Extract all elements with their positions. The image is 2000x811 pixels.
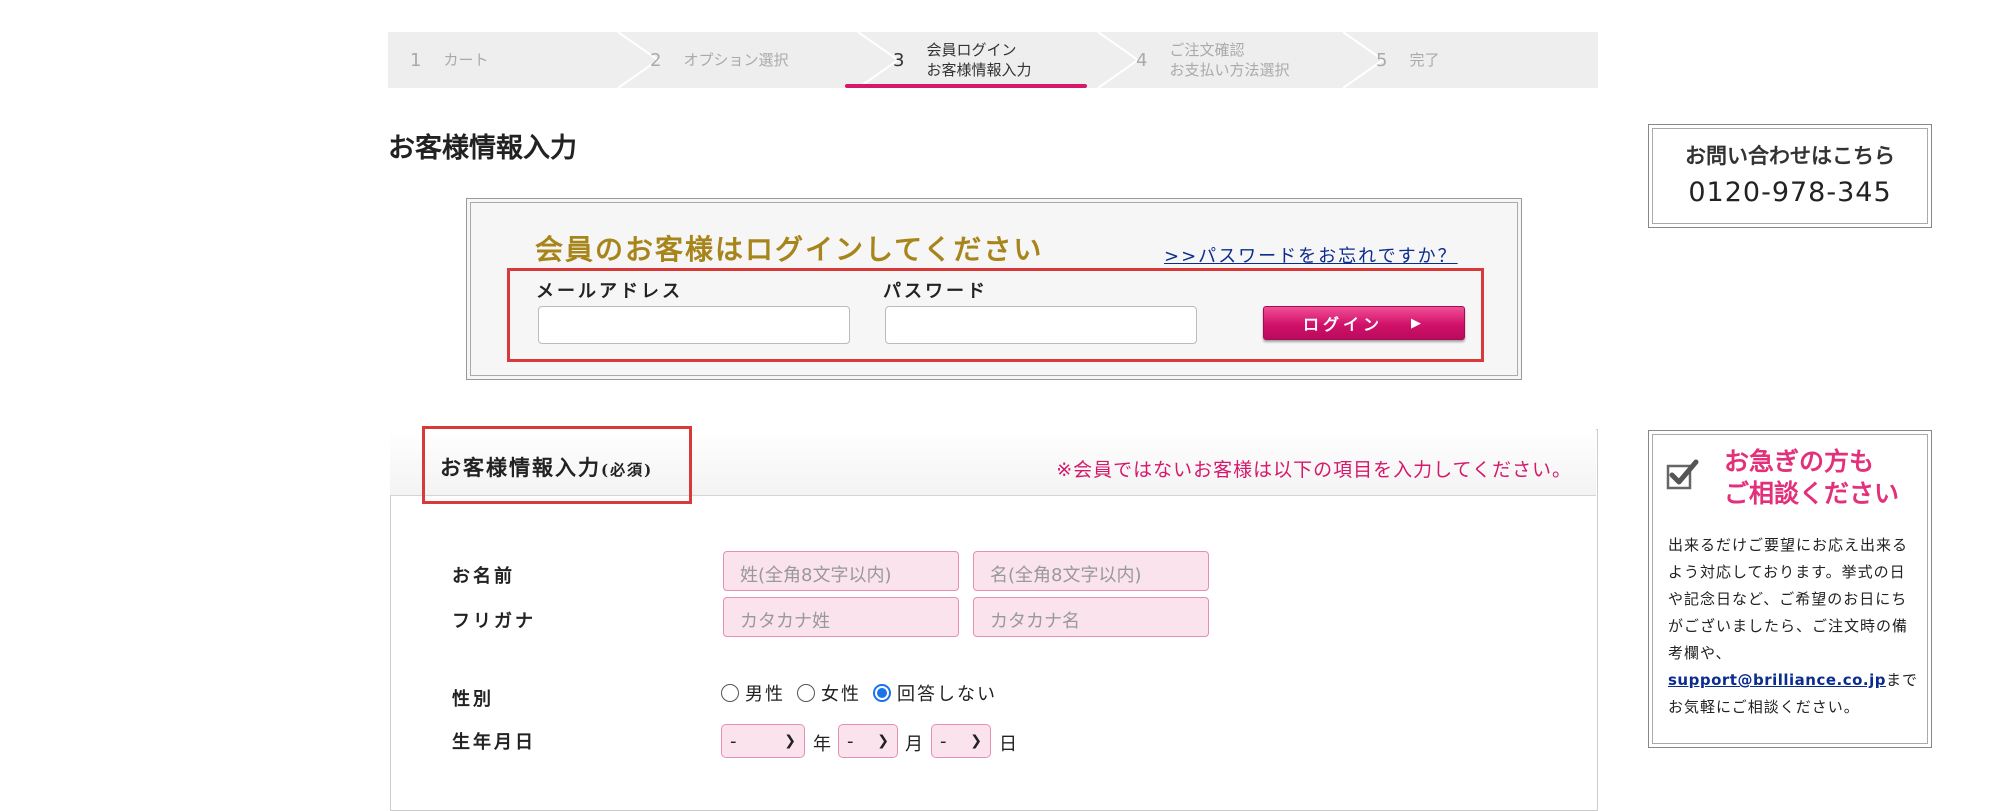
forgot-password-link[interactable]: >>パスワードをお忘れですか？ xyxy=(1164,242,1458,268)
gender-label: 性別 xyxy=(452,689,494,710)
step-login-current: 3 会員ログイン お客様情報入力 xyxy=(893,32,1031,88)
chevron-down-icon: ❯ xyxy=(877,733,889,749)
page-title: お客様情報入力 xyxy=(388,133,577,164)
select-value: - xyxy=(940,730,947,752)
birth-year-select[interactable]: - ❯ xyxy=(721,724,805,758)
email-label: メールアドレス xyxy=(536,281,683,302)
step-number: 1 xyxy=(410,49,422,71)
gender-option-label: 回答しない xyxy=(897,684,997,705)
urgent-body-intro: 出来るだけご要望にお応え出来るよう対応しております。挙式の日や記念日など、ご希望… xyxy=(1668,536,1909,662)
gender-radio-no-answer[interactable] xyxy=(873,684,891,702)
birthday-label: 生年月日 xyxy=(452,732,536,753)
step-number: 5 xyxy=(1376,49,1388,71)
contact-title: お問い合わせはこちら xyxy=(1685,143,1895,168)
form-section-title: お客様情報入力(必須) xyxy=(440,452,653,482)
login-button[interactable]: ログイン ▶ xyxy=(1263,306,1465,340)
login-heading: 会員のお客様はログインしてください xyxy=(535,233,1044,266)
password-field[interactable] xyxy=(885,306,1197,344)
first-name-input[interactable]: 名(全角8文字以内) xyxy=(973,551,1209,591)
chevron-down-icon: ❯ xyxy=(784,733,796,749)
step-label: カート xyxy=(443,51,489,69)
password-label: パスワード xyxy=(883,281,988,302)
gender-option-label: 女性 xyxy=(821,684,861,705)
name-label: お名前 xyxy=(452,566,515,587)
birth-day-select[interactable]: - ❯ xyxy=(931,724,991,758)
checkout-steps: 1 カート 2 オプション選択 3 会員ログイン お客様情報入力 4 ご注文確認… xyxy=(388,32,1598,88)
active-step-underline xyxy=(845,84,1087,88)
last-name-input[interactable]: 姓(全角8文字以内) xyxy=(723,551,959,591)
kana-label: フリガナ xyxy=(452,611,536,632)
support-email-link[interactable]: support@brilliance.co.jp xyxy=(1668,671,1886,689)
urgent-title-line2: ご相談ください xyxy=(1724,479,1900,508)
step-complete: 5 完了 xyxy=(1376,32,1439,88)
step-label-line1: ご注文確認 xyxy=(1169,41,1245,59)
step-label-line2: お客様情報入力 xyxy=(926,61,1032,79)
gender-option-label: 男性 xyxy=(745,684,785,705)
kana-first-name-input[interactable]: カタカナ名 xyxy=(973,597,1209,637)
checkbox-checked-icon xyxy=(1666,459,1699,490)
step-confirm: 4 ご注文確認 お支払い方法選択 xyxy=(1136,32,1289,88)
guest-notice: ※会員ではないお客様は以下の項目を入力してください。 xyxy=(1056,459,1572,481)
email-field[interactable] xyxy=(538,306,850,344)
step-options: 2 オプション選択 xyxy=(650,32,788,88)
step-label: オプション選択 xyxy=(683,51,789,69)
gender-radio-female[interactable] xyxy=(797,684,815,702)
play-arrow-icon: ▶ xyxy=(1411,315,1425,331)
form-title-text: お客様情報入力 xyxy=(440,455,601,480)
day-unit: 日 xyxy=(999,734,1017,755)
step-label-line1: 会員ログイン xyxy=(926,41,1017,59)
urgent-title: お急ぎの方も ご相談ください xyxy=(1724,446,1899,510)
urgent-body-text: 出来るだけご要望にお応え出来るよう対応しております。挙式の日や記念日など、ご希望… xyxy=(1668,532,1918,721)
login-button-label: ログイン xyxy=(1302,315,1383,334)
step-number: 3 xyxy=(893,49,905,71)
birth-month-select[interactable]: - ❯ xyxy=(838,724,898,758)
contact-panel: お問い合わせはこちら 0120-978-345 xyxy=(1648,124,1932,228)
step-number: 2 xyxy=(650,49,662,71)
urgent-title-line1: お急ぎの方も xyxy=(1724,447,1875,476)
year-unit: 年 xyxy=(813,734,831,755)
chevron-down-icon: ❯ xyxy=(970,733,982,749)
step-label-line2: お支払い方法選択 xyxy=(1169,61,1290,79)
contact-phone: 0120-978-345 xyxy=(1688,177,1892,208)
step-label: 完了 xyxy=(1409,51,1440,69)
step-number: 4 xyxy=(1136,49,1148,71)
month-unit: 月 xyxy=(905,734,923,755)
select-value: - xyxy=(847,730,854,752)
required-mark: (必須) xyxy=(601,461,654,479)
select-value: - xyxy=(730,730,737,752)
gender-radio-group: 男性 女性 回答しない xyxy=(721,680,1009,706)
gender-radio-male[interactable] xyxy=(721,684,739,702)
kana-last-name-input[interactable]: カタカナ姓 xyxy=(723,597,959,637)
step-cart: 1 カート xyxy=(410,32,488,88)
